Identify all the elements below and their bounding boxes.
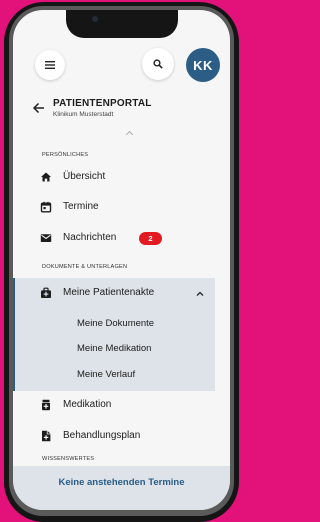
sub-item-my-medication[interactable]: Meine Medikation [77,343,151,354]
upcoming-appointments-banner[interactable]: Keine anstehenden Termine [13,466,230,510]
menu-button[interactable] [35,50,65,80]
unread-badge: 2 [139,232,162,245]
nav-label-overview: Übersicht [63,171,106,182]
upcoming-appointments-text: Keine anstehenden Termine [58,477,185,488]
portal-header: PATIENTENPORTAL Klinikum Musterstadt [13,98,230,128]
nav-item-treatment-plan[interactable]: Behandlungsplan [13,424,230,450]
expanded-group-records: Meine Patientenakte Meine Dokumente Mein… [13,278,215,391]
nav-label-patient-records: Meine Patientenakte [63,287,155,298]
top-bar: KK [13,48,230,92]
section-label-documents: DOKUMENTE & UNTERLAGEN [42,264,128,270]
portal-title: PATIENTENPORTAL [53,98,152,109]
nav-item-appointments[interactable]: Termine [13,195,230,221]
section-label-knowledge: WISSENSWERTES [42,456,95,462]
portal-subtitle: Klinikum Musterstadt [53,111,114,118]
nav-label-medication: Medikation [63,399,112,410]
pill-bottle-icon [42,399,50,411]
section-label-personal: PERSÖNLICHES [42,152,89,158]
user-avatar[interactable]: KK [186,48,220,82]
camera-icon [92,16,98,22]
search-icon [153,59,163,69]
sub-item-my-documents[interactable]: Meine Dokumente [77,318,154,329]
home-icon [41,172,51,182]
search-button[interactable] [142,48,174,80]
phone-notch [66,10,178,38]
scroll-up-indicator [125,130,134,139]
nav-item-medication[interactable]: Medikation [13,393,230,419]
mail-icon [40,234,52,242]
nav-label-treatment-plan: Behandlungsplan [63,430,141,441]
nav-label-appointments: Termine [63,201,99,212]
hamburger-icon [45,61,55,69]
nav-item-messages[interactable]: Nachrichten 2 [13,226,230,252]
nav-label-messages: Nachrichten [63,232,117,243]
arrow-left-icon[interactable] [31,100,47,116]
medical-bag-icon [41,287,51,298]
document-icon [42,430,51,442]
nav-item-patient-records[interactable]: Meine Patientenakte [13,281,215,307]
phone-screen: KK PATIENTENPORTAL Klinikum Musterstadt … [13,10,230,510]
sub-item-my-history[interactable]: Meine Verlauf [77,369,135,380]
nav-item-overview[interactable]: Übersicht [13,165,230,191]
chevron-up-icon[interactable] [196,290,204,298]
calendar-icon [40,201,52,213]
